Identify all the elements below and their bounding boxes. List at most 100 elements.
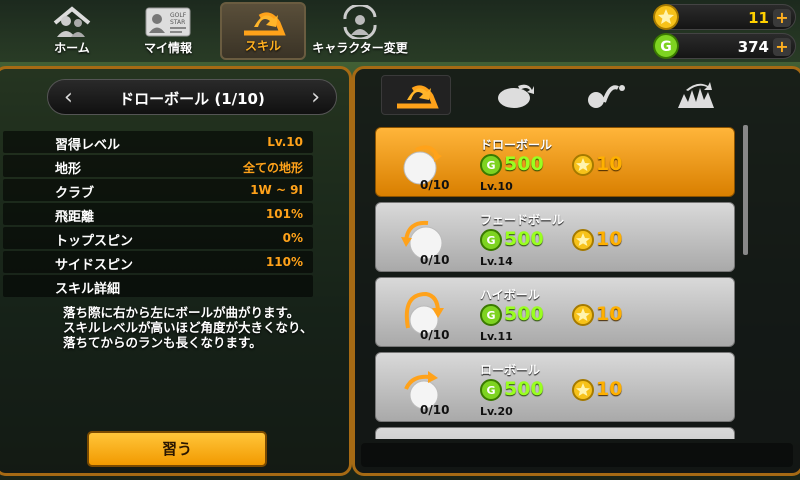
skill-header-selector: ‹ ドローボール (1/10) › xyxy=(47,79,337,115)
add-star-button[interactable]: + xyxy=(773,9,791,27)
nav-home-label: ホーム xyxy=(54,41,90,55)
id-card-icon: GOLF STAR xyxy=(144,5,192,39)
skill-level-count: 0/10 xyxy=(420,178,450,192)
skill-level-count: 0/10 xyxy=(420,403,450,417)
required-level: Lv.11 xyxy=(480,330,513,343)
g-coin-icon: G xyxy=(480,229,502,251)
stat-value: 全ての地形 xyxy=(242,161,303,175)
top-navigation-bar: ホーム GOLF STAR マイ情報 スキル キャラクター変更 11 + G 3… xyxy=(0,0,800,62)
skill-list: 0/10 ドローボール G 500 10 Lv.10 0/10 フェードボール … xyxy=(375,123,747,439)
stat-value: 110% xyxy=(265,255,303,269)
skill-card[interactable]: 0/10 ドローボール G 500 10 Lv.10 xyxy=(375,127,735,197)
star-coin-icon xyxy=(572,154,594,176)
g-coin-icon: G xyxy=(653,33,679,59)
skill-card-partial[interactable] xyxy=(375,427,735,439)
stat-row: 習得レベル Lv.10 xyxy=(3,131,313,153)
stat-label: トップスピン xyxy=(55,234,134,249)
description-line: 落ちてからのランも長くなります。 xyxy=(63,335,262,350)
nav-my-info-button[interactable]: GOLF STAR マイ情報 xyxy=(128,2,208,60)
svg-text:G: G xyxy=(486,234,495,247)
star-coin-icon xyxy=(572,379,594,401)
gold-price: 500 xyxy=(504,303,544,325)
nav-home-button[interactable]: ホーム xyxy=(40,2,104,60)
star-coin-icon xyxy=(572,304,594,326)
skill-card[interactable]: 0/10 ハイボール G 500 10 Lv.11 xyxy=(375,277,735,347)
prev-skill-arrow-icon[interactable]: ‹ xyxy=(64,85,73,110)
stat-label: 地形 xyxy=(55,162,82,177)
stat-row: サイドスピン 110% xyxy=(3,251,313,273)
stat-row: 飛距離 101% xyxy=(3,203,313,225)
grass-shot-icon xyxy=(678,82,714,108)
gold-price: 500 xyxy=(504,378,544,400)
stat-row: トップスピン 0% xyxy=(3,227,313,249)
required-level: Lv.20 xyxy=(480,405,513,418)
star-price: 10 xyxy=(596,228,623,250)
skill-name: ドローボール xyxy=(480,138,553,152)
curve-shot-icon xyxy=(588,85,625,108)
svg-text:G: G xyxy=(486,384,495,397)
star-currency-value: 11 xyxy=(748,9,769,27)
tab-special-skills[interactable] xyxy=(661,75,731,115)
star-price: 10 xyxy=(596,378,623,400)
panel-footer xyxy=(361,443,793,467)
star-price: 10 xyxy=(596,153,623,175)
description-line: 落ち際に右から左にボールが曲がります。 xyxy=(63,305,300,320)
svg-text:G: G xyxy=(486,309,495,322)
nav-skill-button[interactable]: スキル xyxy=(220,2,306,60)
g-coin-icon: G xyxy=(480,154,502,176)
tab-spin-skills[interactable] xyxy=(481,75,551,115)
gold-currency-display: G 374 + xyxy=(653,33,796,59)
skill-name: フェードボール xyxy=(480,213,565,227)
skill-description: 落ち際に右から左にボールが曲がります。 スキルレベルが高いほど角度が大きくなり、… xyxy=(63,305,325,350)
skill-level-count: 0/10 xyxy=(420,253,450,267)
skill-name: ローボール xyxy=(480,363,541,377)
learn-button[interactable]: 習う xyxy=(87,431,267,467)
nav-my-info-label: マイ情報 xyxy=(143,41,192,55)
skill-detail-panel: ‹ ドローボール (1/10) › 習得レベル Lv.10 地形 全ての地形 ク… xyxy=(0,66,352,476)
skill-list-scrollbar[interactable] xyxy=(743,125,748,255)
star-currency-display: 11 + xyxy=(653,4,796,30)
stat-row: クラブ 1W ~ 9I xyxy=(3,179,313,201)
g-coin-icon: G xyxy=(480,379,502,401)
stat-value: Lv.10 xyxy=(267,135,303,149)
star-price: 10 xyxy=(596,303,623,325)
svg-text:STAR: STAR xyxy=(170,19,185,26)
skill-category-icon xyxy=(397,85,439,109)
required-level: Lv.14 xyxy=(480,255,513,268)
tab-draw-skills[interactable] xyxy=(381,75,451,115)
skill-title: ドローボール (1/10) xyxy=(119,90,265,108)
skill-level-count: 0/10 xyxy=(420,328,450,342)
spin-shot-icon xyxy=(498,84,534,108)
nav-character-change-label: キャラクター変更 xyxy=(312,41,408,55)
skill-card[interactable]: 0/10 フェードボール G 500 10 Lv.14 xyxy=(375,202,735,272)
stat-label: クラブ xyxy=(55,186,95,201)
skill-card[interactable]: 0/10 ローボール G 500 10 Lv.20 xyxy=(375,352,735,422)
stat-value: 101% xyxy=(265,207,303,221)
svg-text:G: G xyxy=(660,39,672,55)
stat-label: 習得レベル xyxy=(55,138,121,153)
nav-character-change-button[interactable]: キャラクター変更 xyxy=(310,2,410,60)
next-skill-arrow-icon[interactable]: › xyxy=(311,85,320,110)
nav-skill-label: スキル xyxy=(244,39,281,53)
tab-curve-skills[interactable] xyxy=(571,75,641,115)
stat-label: サイドスピン xyxy=(55,258,134,273)
gold-currency-value: 374 xyxy=(737,38,769,56)
gold-price: 500 xyxy=(504,228,544,250)
stat-row: スキル詳細 xyxy=(3,275,313,297)
stat-value: 1W ~ 9I xyxy=(250,183,303,197)
add-gold-button[interactable]: + xyxy=(773,38,791,56)
skill-category-tabs xyxy=(381,75,771,115)
svg-text:G: G xyxy=(486,159,495,172)
skill-icon xyxy=(239,4,287,37)
star-coin-icon xyxy=(572,229,594,251)
stat-value: 0% xyxy=(282,231,303,245)
required-level: Lv.10 xyxy=(480,180,513,193)
skill-list-panel: 0/10 ドローボール G 500 10 Lv.10 0/10 フェードボール … xyxy=(352,66,800,476)
home-icon xyxy=(48,5,96,39)
g-coin-icon: G xyxy=(480,304,502,326)
description-line: スキルレベルが高いほど角度が大きくなり、 xyxy=(63,320,313,335)
skill-name: ハイボール xyxy=(480,288,540,302)
gold-price: 500 xyxy=(504,153,544,175)
stat-label: スキル詳細 xyxy=(55,282,121,297)
star-coin-icon xyxy=(653,4,679,30)
